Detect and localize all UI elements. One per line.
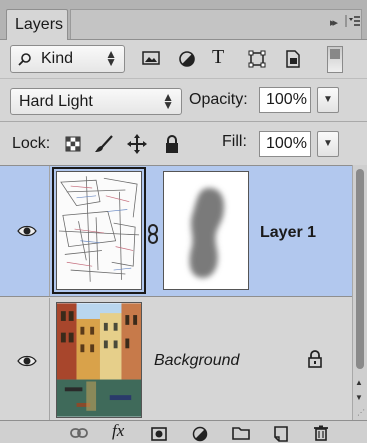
layer-row-background[interactable]: Background bbox=[0, 298, 352, 421]
opacity-dropdown-button[interactable]: ▼ bbox=[317, 87, 339, 113]
search-icon bbox=[18, 53, 31, 66]
layer-name-layer-1[interactable]: Layer 1 bbox=[260, 224, 316, 242]
smart-object-filter-icon[interactable] bbox=[284, 50, 302, 68]
shape-filter-icon[interactable] bbox=[248, 50, 266, 68]
link-layers-icon[interactable] bbox=[70, 427, 88, 439]
fill-dropdown-button[interactable]: ▼ bbox=[317, 131, 339, 157]
layer-locked-icon bbox=[308, 350, 322, 368]
blend-row: Hard Light ▲ ▼ Opacity: 100% ▼ bbox=[0, 78, 367, 121]
layer-row-layer-1[interactable]: Layer 1 bbox=[0, 166, 352, 297]
add-mask-icon[interactable] bbox=[151, 427, 167, 441]
background-thumbnail[interactable] bbox=[56, 302, 142, 418]
lock-image-pixels-icon[interactable] bbox=[94, 134, 114, 154]
eye-icon[interactable] bbox=[17, 224, 37, 238]
adjustment-layer-icon[interactable] bbox=[192, 426, 208, 442]
add-layer-style-icon[interactable]: fx bbox=[112, 421, 124, 441]
filter-kind-label: Kind bbox=[41, 50, 74, 67]
panel-menu-icon[interactable] bbox=[345, 13, 361, 29]
fill-field[interactable]: 100% bbox=[259, 131, 311, 157]
updown-arrows-icon: ▲ ▼ bbox=[162, 90, 174, 112]
chain-link-icon[interactable] bbox=[146, 224, 160, 244]
lock-transparent-pixels-icon[interactable] bbox=[65, 136, 81, 152]
lock-row: Lock: Fill: 100% ▼ bbox=[0, 121, 367, 165]
blend-mode-select[interactable]: Hard Light ▲ ▼ bbox=[10, 88, 182, 115]
blend-mode-label: Hard Light bbox=[19, 93, 93, 110]
new-layer-icon[interactable] bbox=[273, 426, 289, 442]
layer-1-thumbnail[interactable] bbox=[56, 171, 142, 290]
filter-kind-select[interactable]: Kind ▲ ▼ bbox=[10, 45, 125, 73]
filter-row: Kind ▲ ▼ T bbox=[0, 40, 367, 78]
lock-label: Lock: bbox=[12, 135, 51, 152]
fill-label: Fill: bbox=[222, 133, 247, 150]
updown-arrows-icon: ▲ ▼ bbox=[105, 47, 117, 69]
visibility-cell[interactable] bbox=[0, 166, 50, 296]
pixel-filter-icon[interactable] bbox=[142, 50, 160, 66]
panel-footer: fx bbox=[0, 420, 367, 443]
layer-name-background[interactable]: Background bbox=[154, 352, 239, 370]
panel-tab-bar: Layers ▸▸ bbox=[0, 0, 367, 40]
scroll-thumb[interactable] bbox=[356, 169, 364, 369]
opacity-field[interactable]: 100% bbox=[259, 87, 311, 113]
delete-layer-icon[interactable] bbox=[313, 425, 329, 441]
eye-icon[interactable] bbox=[17, 354, 37, 368]
layers-scrollbar[interactable]: ▲ ▼ ⋰ bbox=[352, 165, 367, 420]
collapse-panel-icon[interactable]: ▸▸ bbox=[330, 16, 338, 29]
lock-all-icon[interactable] bbox=[164, 134, 180, 154]
lock-position-icon[interactable] bbox=[127, 134, 147, 154]
resize-grip-icon[interactable]: ⋰ bbox=[357, 408, 365, 417]
tab-bar-empty-area bbox=[70, 9, 362, 39]
layer-mask-thumbnail[interactable] bbox=[163, 171, 249, 290]
scroll-down-icon[interactable]: ▼ bbox=[355, 393, 363, 402]
visibility-cell[interactable] bbox=[0, 298, 50, 421]
adjustment-filter-icon[interactable] bbox=[178, 50, 196, 68]
type-filter-icon[interactable]: T bbox=[212, 46, 224, 69]
layers-list: Layer 1 Background bbox=[0, 165, 352, 421]
filter-toggle-switch[interactable] bbox=[327, 46, 343, 73]
tab-layers[interactable]: Layers bbox=[6, 9, 68, 40]
opacity-label: Opacity: bbox=[189, 91, 248, 108]
scroll-up-icon[interactable]: ▲ bbox=[355, 378, 363, 387]
new-group-icon[interactable] bbox=[232, 426, 250, 440]
